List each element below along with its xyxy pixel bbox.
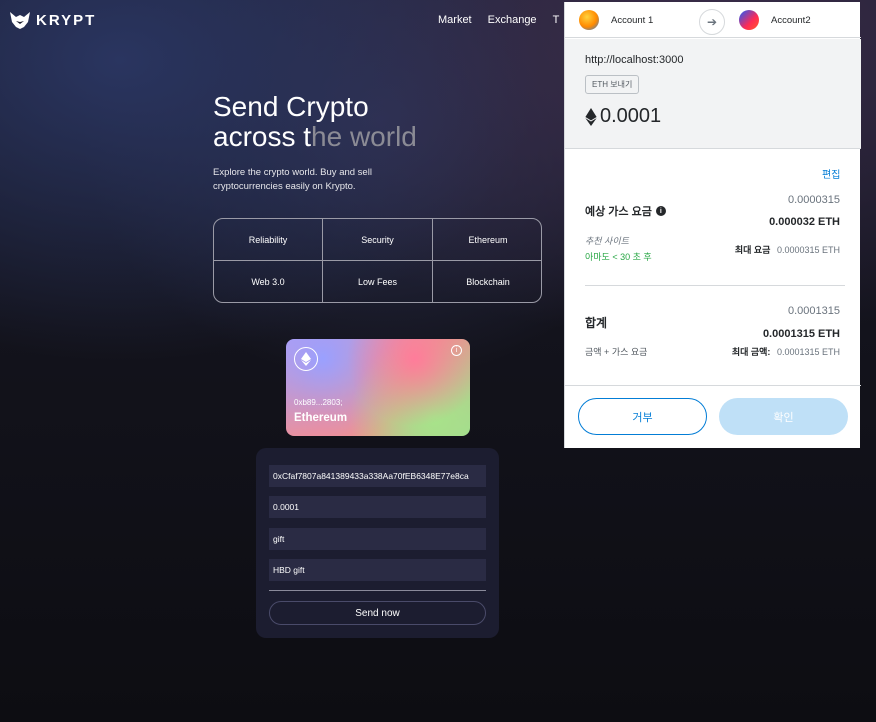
hero-title-line1: Send Crypto (213, 91, 369, 122)
send-form: 0xCfaf7807a841389433a338Aa70fEB6348E77e8… (256, 448, 499, 638)
message-input[interactable]: HBD gift (269, 559, 486, 581)
tx-summary: http://localhost:3000 ETH 보내기 0.0001 (565, 39, 861, 149)
features-grid: Reliability Security Ethereum Web 3.0 Lo… (213, 218, 542, 303)
avatar-account2 (739, 10, 759, 30)
ethereum-card: i 0xb89...2803; Ethereum (286, 339, 470, 436)
feature-ethereum: Ethereum (433, 219, 541, 261)
feature-reliability: Reliability (214, 219, 323, 261)
feature-blockchain: Blockchain (466, 277, 510, 287)
total-label: 합계 (585, 316, 608, 330)
nav-item-exchange[interactable]: Exchange (488, 14, 537, 26)
send-now-button[interactable]: Send now (269, 601, 486, 625)
hero-title-line2: across the world (213, 121, 417, 152)
feature-low-fees: Low Fees (323, 261, 433, 302)
total-value: 0.0001315 (788, 305, 840, 317)
to-account[interactable]: Account2 (739, 10, 811, 30)
krypt-logo[interactable]: KRYPT (8, 10, 96, 30)
eth-card-name: Ethereum (294, 412, 348, 424)
hero-subtitle: Explore the crypto world. Buy and sell c… (213, 167, 372, 192)
max-amount: 최대 금액: 0.0001315 ETH (731, 347, 840, 357)
amount-input[interactable]: 0.0001 (269, 496, 486, 518)
hero-title: Send Crypto across the world (213, 92, 417, 152)
account-header: Account 1 ➔ Account2 (565, 2, 861, 38)
top-nav: Market Exchange T (438, 14, 559, 26)
tx-type-badge: ETH 보내기 (585, 75, 640, 94)
gas-fee-eth: 0.000032 ETH (769, 216, 840, 228)
eth-card-address: 0xb89...2803; (294, 398, 343, 407)
krypt-app-page: KRYPT Market Exchange T Send Crypto acro… (0, 0, 876, 722)
feature-security: Security (323, 219, 433, 261)
max-fee: 최대 요금 0.0000315 ETH (734, 245, 840, 255)
feature-web3: Web 3.0 (214, 261, 323, 302)
gas-fee-value: 0.0000315 (788, 194, 840, 206)
gas-fee-label: 예상 가스 요금 i (585, 203, 666, 219)
info-icon[interactable]: i (451, 345, 462, 356)
avatar-account1 (579, 10, 599, 30)
arrow-right-icon: ➔ (699, 9, 725, 35)
total-eth: 0.0001315 ETH (762, 328, 840, 340)
form-divider (269, 590, 486, 591)
from-account[interactable]: Account 1 (579, 10, 653, 30)
brand-name: KRYPT (36, 11, 97, 29)
nav-item-truncated[interactable]: T (553, 14, 560, 26)
tx-amount: 0.0001 (585, 105, 661, 128)
edit-link[interactable]: 편집 (822, 166, 840, 181)
nav-item-market[interactable]: Market (438, 14, 472, 26)
address-to-input[interactable]: 0xCfaf7807a841389433a338Aa70fEB6348E77e8… (269, 465, 486, 487)
time-estimate: 아마도 < 30 초 후 (585, 252, 652, 262)
reject-button[interactable]: 거부 (578, 398, 707, 435)
ethereum-icon (294, 347, 318, 371)
from-account-name: Account 1 (611, 14, 654, 26)
metamask-confirm-popup: Account 1 ➔ Account2 http://localhost:30… (564, 2, 861, 448)
section-divider (585, 285, 845, 286)
origin-url: http://localhost:3000 (585, 54, 684, 66)
to-account-name: Account2 (771, 14, 811, 26)
eth-diamond-icon (585, 107, 597, 126)
keyword-input[interactable]: gift (269, 528, 486, 550)
suggested-site-label: 추천 사이트 (585, 236, 629, 246)
footer-divider (565, 385, 861, 386)
tx-amount-value: 0.0001 (600, 105, 662, 127)
total-sub-label: 금액 + 가스 요금 (585, 347, 648, 357)
confirm-button[interactable]: 확인 (719, 398, 848, 435)
fox-logo-icon (10, 12, 30, 29)
info-icon[interactable]: i (655, 206, 666, 216)
